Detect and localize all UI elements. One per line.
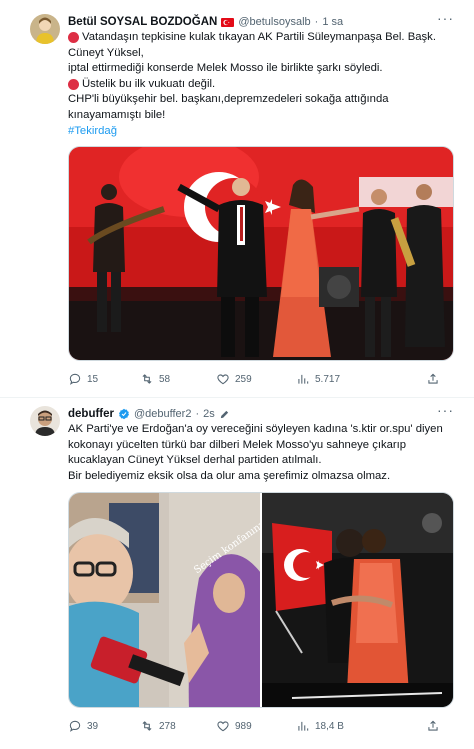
like-button[interactable]: 989 <box>216 719 296 733</box>
tweet-line: Üstelik bu ilk vukuatı değil. <box>82 77 216 90</box>
tweet-line: AK Parti'ye ve Erdoğan'a oy vereceğini s… <box>68 423 443 435</box>
heart-icon <box>217 374 229 385</box>
author-handle[interactable]: @betulsoysalb <box>238 16 310 28</box>
tweet-line: kokonayı yücelten türkü bar dilberi Mele… <box>68 438 407 451</box>
timestamp[interactable]: 1 sa <box>322 16 343 28</box>
tweet-photo-grid: Seçim konfanının hazır <box>68 492 454 708</box>
views-icon <box>298 721 309 731</box>
views-icon <box>298 374 309 384</box>
tweet-header: debuffer @debuffer2 · 2s <box>68 407 230 421</box>
interview-image: Seçim konfanının hazır <box>69 493 260 707</box>
retweet-icon <box>142 721 152 731</box>
share-icon <box>428 720 438 731</box>
more-icon[interactable]: ··· <box>437 10 454 26</box>
reply-count: 39 <box>87 720 99 732</box>
like-button[interactable]: 259 <box>216 372 296 386</box>
tweet-line: Bir belediyemiz eksik olsa da olur ama ş… <box>68 469 391 482</box>
stage-hug-image <box>262 493 453 707</box>
retweet-button[interactable]: 58 <box>140 372 216 386</box>
red-circle-icon <box>68 32 79 44</box>
views-button[interactable]: 18,4 B <box>296 719 426 733</box>
like-count: 259 <box>235 373 252 385</box>
retweet-count: 278 <box>159 720 176 732</box>
reply-icon <box>69 373 81 385</box>
tweet-actions: 15 58 259 5.717 <box>68 371 448 387</box>
tweet-2[interactable]: debuffer @debuffer2 · 2s ··· AK Parti'ye… <box>0 398 474 749</box>
tweet-photo-right[interactable] <box>262 493 453 707</box>
concert-stage-image <box>69 147 453 360</box>
reply-button[interactable]: 39 <box>68 719 140 733</box>
share-button[interactable] <box>426 719 440 733</box>
tweet-text: Vatandaşın tepkisine kulak tıkayan AK Pa… <box>68 30 460 139</box>
tweet-1[interactable]: Betül SOYSAL BOZDOĞAN @betulsoysalb · 1 … <box>0 0 474 398</box>
views-count: 18,4 B <box>315 720 344 732</box>
tweet-line: kucaklayan Cüneyt Yüksel derhal partiden… <box>68 454 322 467</box>
separator-dot: · <box>314 16 319 28</box>
reply-button[interactable]: 15 <box>68 372 140 386</box>
reply-icon <box>69 720 81 732</box>
tweet-photo-left[interactable]: Seçim konfanının hazır <box>69 493 260 707</box>
retweet-button[interactable]: 278 <box>140 719 216 733</box>
edited-pencil-icon[interactable] <box>219 409 230 420</box>
like-count: 989 <box>235 720 252 732</box>
share-button[interactable] <box>426 372 440 386</box>
turkish-flag-icon <box>221 17 235 27</box>
tweet-actions: 39 278 989 18,4 B <box>68 718 448 734</box>
tweet-line: CHP'li büyükşehir bel. başkanı,depremzed… <box>68 93 389 106</box>
separator-dot: · <box>195 408 200 420</box>
author-name[interactable]: Betül SOYSAL BOZDOĞAN <box>68 16 217 28</box>
tweet-line: iptal ettirmediği konserde Melek Mosso i… <box>68 62 383 75</box>
heart-icon <box>217 721 229 732</box>
hashtag-link[interactable]: #Tekirdağ <box>68 124 117 140</box>
share-icon <box>428 373 438 384</box>
tweet-line: Cüneyt Yüksel, <box>68 46 144 59</box>
tweet-line: Vatandaşın tepkisine kulak tıkayan AK Pa… <box>82 31 436 43</box>
timestamp[interactable]: 2s <box>203 408 215 420</box>
views-count: 5.717 <box>315 373 341 385</box>
avatar[interactable] <box>30 14 60 44</box>
verified-badge-icon <box>118 408 130 420</box>
author-name[interactable]: debuffer <box>68 408 114 420</box>
more-icon[interactable]: ··· <box>437 402 454 418</box>
tweet-photo[interactable] <box>68 146 454 361</box>
retweet-count: 58 <box>159 373 171 385</box>
avatar[interactable] <box>30 406 60 436</box>
tweet-header: Betül SOYSAL BOZDOĞAN @betulsoysalb · 1 … <box>68 15 343 29</box>
retweet-icon <box>142 374 152 384</box>
views-button[interactable]: 5.717 <box>296 372 426 386</box>
tweet-text: AK Parti'ye ve Erdoğan'a oy vereceğini s… <box>68 422 460 484</box>
red-circle-icon <box>68 79 79 91</box>
reply-count: 15 <box>87 373 99 385</box>
tweet-line: kınayamamıştı bile! <box>68 108 166 121</box>
author-handle[interactable]: @debuffer2 <box>134 408 191 420</box>
